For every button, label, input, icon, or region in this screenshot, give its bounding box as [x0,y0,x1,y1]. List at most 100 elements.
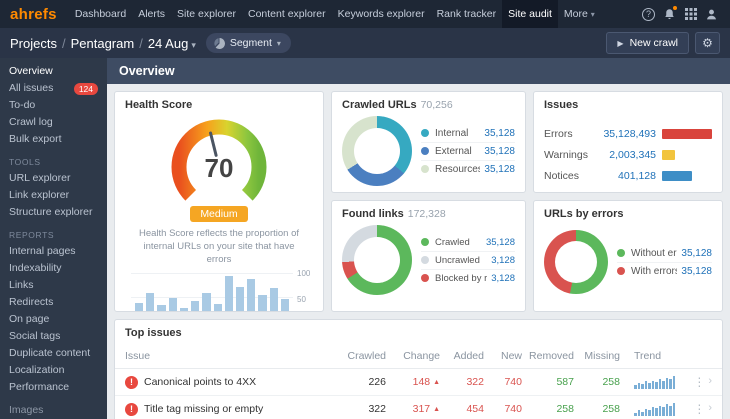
breadcrumb-separator: / [139,36,143,51]
sidebar-item-duplicate-content[interactable]: Duplicate content [0,345,107,362]
sidebar-item-overview[interactable]: Overview [0,63,107,80]
sidebar-group: REPORTSInternal pagesIndexabilityLinksRe… [0,221,107,396]
issue-count-link[interactable]: 35,128,493 [598,128,656,140]
trend-bars [131,273,293,312]
sidebar-item-label: Redirects [9,296,53,309]
nav-item-more[interactable]: More ▾ [558,0,601,28]
segment-icon [214,38,225,49]
sidebar-item-label: Internal pages [9,245,76,258]
column-header-change[interactable]: Change [386,350,440,362]
nav-item-alerts[interactable]: Alerts [132,0,171,28]
top-issues-card: Top issues IssueCrawledChangeAddedNewRem… [114,319,723,419]
kebab-menu-icon[interactable]: ⋮ [693,375,705,389]
urls-by-errors-card: URLs by errors Without errors35,128With … [533,200,723,312]
nav-item-dashboard[interactable]: Dashboard [69,0,132,28]
legend-dot [617,249,625,257]
legend-label: Without errors [631,248,677,259]
column-header-crawled[interactable]: Crawled [340,350,386,362]
issues-title: Issues [534,92,722,113]
sidebar-item-structure-explorer[interactable]: Structure explorer [0,204,107,221]
ytick-50: 50 [297,295,317,304]
legend-value-link[interactable]: 35,128 [480,164,515,175]
top-issue-row-title-tag-missing-or-empty[interactable]: !Title tag missing or empty322317 ▲45474… [115,396,722,419]
legend-value-link[interactable]: 35,128 [677,266,712,277]
issue-type-label: Errors [544,128,592,140]
sidebar-item-link-explorer[interactable]: Link explorer [0,187,107,204]
legend-value-link[interactable]: 35,128 [480,146,515,157]
nav-item-rank-tracker[interactable]: Rank tracker [431,0,503,28]
legend-value-link[interactable]: 35,128 [480,128,515,139]
sidebar-item-label: On page [9,313,49,326]
column-header-missing[interactable]: Missing [574,350,620,362]
help-icon[interactable]: ? [638,0,659,28]
sidebar-item-crawl-log[interactable]: Crawl log [0,114,107,131]
settings-button[interactable]: ⚙ [695,32,720,54]
sidebar-item-social-tags[interactable]: Social tags [0,328,107,345]
sidebar-group: ImagesCSSJavaScript [0,402,107,419]
sidebar-item-images[interactable]: Images [0,402,107,419]
legend-dot [421,129,429,137]
column-header-trend[interactable]: Trend [620,350,686,362]
sidebar-item-all-issues[interactable]: All issues124 [0,80,107,97]
column-header-removed[interactable]: Removed [522,350,574,362]
issue-name-cell[interactable]: !Canonical points to 4XX [125,376,340,389]
sidebar-item-label: Overview [9,65,53,78]
issue-name-cell[interactable]: !Title tag missing or empty [125,403,340,416]
legend-value-link[interactable]: 3,128 [487,273,515,284]
sidebar-item-localization[interactable]: Localization [0,362,107,379]
bell-icon[interactable] [659,0,680,28]
legend-value-link[interactable]: 35,128 [482,237,515,248]
sidebar-item-label: Crawl log [9,116,53,129]
card-title: Found links [342,208,404,220]
breadcrumb-pentagram[interactable]: Pentagram [71,36,135,51]
nav-item-keywords-explorer[interactable]: Keywords explorer [332,0,431,28]
nav-item-site-explorer[interactable]: Site explorer [171,0,242,28]
sidebar-item-to-do[interactable]: To-do [0,97,107,114]
issue-count-link[interactable]: 401,128 [598,170,656,182]
nav-item-site-audit[interactable]: Site audit [502,0,558,28]
kebab-menu-icon[interactable]: ⋮ [693,402,705,416]
crawled-urls-card: Crawled URLs70,256 Internal35,128Externa… [331,91,526,193]
legend-value-link[interactable]: 35,128 [677,248,712,259]
sidebar-item-bulk-export[interactable]: Bulk export [0,131,107,148]
top-issue-row-canonical-points-to-4xx[interactable]: !Canonical points to 4XX226148 ▲32274058… [115,369,722,396]
column-header-new[interactable]: New [484,350,522,362]
issues-count-badge: 124 [74,83,98,95]
sidebar-item-internal-pages[interactable]: Internal pages [0,243,107,260]
breadcrumb-projects[interactable]: Projects [10,36,57,51]
sidebar-item-links[interactable]: Links [0,277,107,294]
ahrefs-logo[interactable]: ahrefs [10,6,57,23]
chevron-right-icon[interactable]: › [708,402,712,416]
sidebar-item-url-explorer[interactable]: URL explorer [0,170,107,187]
trend-bar [225,276,233,312]
legend-value-link[interactable]: 3,128 [487,255,515,266]
legend-row-resources: Resources35,128 [421,161,515,178]
legend-dot [421,238,429,246]
issue-name: Canonical points to 4XX [144,376,256,388]
legend-row-crawled: Crawled35,128 [421,234,515,252]
sub-nav: Projects/Pentagram/24 Aug▾ Segment ▾ ▶ N… [0,28,730,58]
breadcrumb-24-aug[interactable]: 24 Aug▾ [148,36,196,51]
legend-label: Resources [435,164,480,175]
sidebar-item-indexability[interactable]: Indexability [0,260,107,277]
user-icon[interactable] [701,0,722,28]
nav-item-content-explorer[interactable]: Content explorer [242,0,332,28]
segment-button[interactable]: Segment ▾ [206,33,291,53]
new-crawl-button[interactable]: ▶ New crawl [606,32,689,54]
issue-count-link[interactable]: 2,003,345 [598,149,656,161]
found-links-donut-chart [342,225,412,295]
crawled-urls-legend: Internal35,128External35,128Resources35,… [421,125,515,178]
column-header-added[interactable]: Added [440,350,484,362]
issue-bar [662,171,692,181]
issue-type-label: Notices [544,170,592,182]
sidebar-item-redirects[interactable]: Redirects [0,294,107,311]
health-score-description: Health Score reflects the proportion of … [115,222,323,266]
apps-icon[interactable] [680,0,701,28]
column-header-issue[interactable]: Issue [125,350,340,362]
chevron-right-icon[interactable]: › [708,375,712,389]
legend-row-uncrawled: Uncrawled3,128 [421,252,515,270]
sidebar-item-performance[interactable]: Performance [0,379,107,396]
sidebar-item-on-page[interactable]: On page [0,311,107,328]
sidebar-group: TOOLSURL explorerLink explorerStructure … [0,148,107,221]
added-cell: 454 [440,403,484,415]
